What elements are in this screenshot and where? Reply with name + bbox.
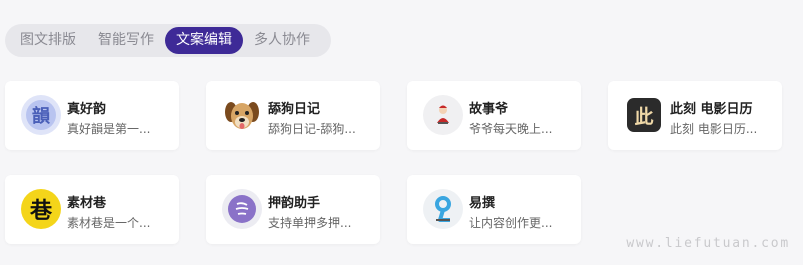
tool-card-sucaixiang[interactable]: 巷 素材巷 素材巷是一个... — [5, 175, 179, 244]
tool-name: 押韵助手 — [268, 196, 321, 211]
cike-logo-icon: 此 — [627, 98, 661, 132]
tool-name: 易撰 — [469, 196, 496, 211]
tool-card-tiangou-diary[interactable]: 舔狗日记 舔狗日记-舔狗... — [206, 81, 380, 150]
tool-card-rhyme-assistant[interactable]: 押韵助手 支持单押多押... — [206, 175, 380, 244]
tab-smart-writing[interactable]: 智能写作 — [87, 27, 165, 54]
tool-card-yizhuan[interactable]: 易撰 让内容创作更... — [407, 175, 581, 244]
category-tabs: 图文排版 智能写作 文案编辑 多人协作 — [5, 24, 331, 57]
tab-layout[interactable]: 图文排版 — [9, 27, 87, 54]
tab-copy-editing[interactable]: 文案编辑 — [165, 27, 243, 54]
tool-name: 素材巷 — [67, 196, 107, 211]
rhyme-assistant-logo-icon — [222, 189, 262, 229]
tool-name: 真好韵 — [67, 102, 107, 117]
site-watermark: www.liefutuan.com — [626, 236, 790, 251]
tool-card-cike-calendar[interactable]: 此 此刻 电影日历 此刻 电影日历... — [608, 81, 782, 150]
tab-collaboration[interactable]: 多人协作 — [243, 27, 321, 54]
tool-name: 故事爷 — [469, 102, 509, 117]
tool-card-gushiye[interactable]: 故事爷 爷爷每天晚上... — [407, 81, 581, 150]
tool-name: 舔狗日记 — [268, 102, 321, 117]
tool-description: 真好韻是第一... — [67, 122, 151, 136]
tool-description: 让内容创作更... — [469, 216, 553, 230]
sucaixiang-logo-icon: 巷 — [21, 189, 61, 229]
tool-description: 舔狗日记-舔狗... — [268, 122, 356, 136]
tool-description: 此刻 电影日历... — [670, 122, 758, 136]
grandpa-figure-icon — [423, 95, 463, 135]
dog-face-icon — [222, 95, 262, 135]
tool-card-zhenhaoyun[interactable]: 韻 真好韵 真好韻是第一... — [5, 81, 179, 150]
zhenhaoyun-logo-icon: 韻 — [21, 95, 61, 135]
tool-description: 支持单押多押... — [268, 216, 352, 230]
tool-description: 爷爷每天晚上... — [469, 122, 553, 136]
tool-description: 素材巷是一个... — [67, 216, 151, 230]
tool-name: 此刻 电影日历 — [670, 102, 753, 117]
yizhuan-logo-icon — [423, 189, 463, 229]
